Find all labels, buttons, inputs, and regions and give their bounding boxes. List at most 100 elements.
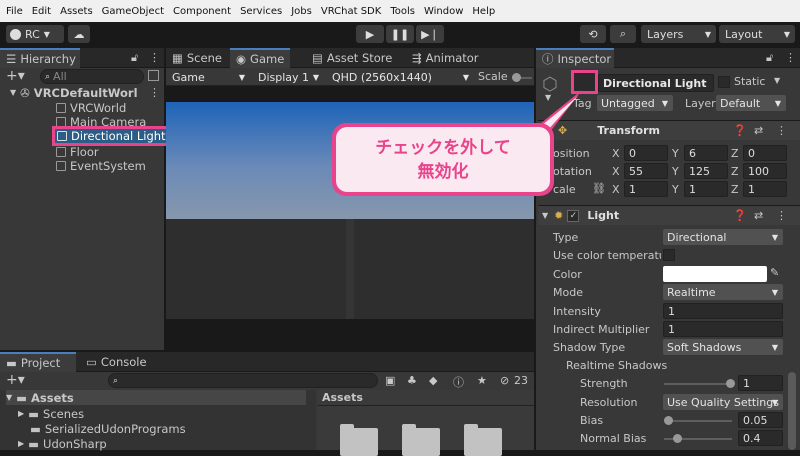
search-by-type-icon[interactable]: ▣ <box>385 374 395 387</box>
menu-component[interactable]: Component <box>173 6 231 17</box>
menu-assets[interactable]: Assets <box>60 6 93 17</box>
link-icon[interactable]: ⛓ <box>592 182 606 195</box>
scene-more-icon[interactable]: ⋮ <box>149 86 160 99</box>
hierarchy-search-input[interactable]: ⌕ All <box>40 69 144 84</box>
tab-animator[interactable]: ⇶ Animator <box>406 48 485 68</box>
scale-z-field[interactable]: 1 <box>743 181 787 197</box>
pause-button[interactable]: ❚❚ <box>386 25 414 43</box>
rotation-x-field[interactable]: 55 <box>624 163 668 179</box>
asset-folder-icon[interactable] <box>340 424 378 456</box>
step-button[interactable]: ▶❘ <box>416 25 444 43</box>
shadow-resolution-dropdown[interactable]: Use Quality Settings ▼ <box>663 394 783 410</box>
indirect-multiplier-field[interactable]: 1 <box>663 321 783 337</box>
tab-scene[interactable]: ▦ Scene <box>166 48 228 68</box>
menu-file[interactable]: File <box>6 6 23 17</box>
scale-slider-knob[interactable] <box>512 73 521 82</box>
rotation-y-field[interactable]: 125 <box>684 163 728 179</box>
bias-slider-track[interactable] <box>664 420 732 422</box>
help-icon[interactable]: ❓ <box>733 124 747 137</box>
position-x-field[interactable]: 0 <box>624 145 668 161</box>
tag-dropdown[interactable]: Untagged ▼ <box>597 95 673 111</box>
menu-help[interactable]: Help <box>472 6 495 17</box>
color-swatch[interactable] <box>663 266 767 282</box>
static-checkbox[interactable] <box>718 76 730 88</box>
scale-y-field[interactable]: 1 <box>684 181 728 197</box>
intensity-field[interactable]: 1 <box>663 303 783 319</box>
add-icon[interactable]: +▾ <box>6 68 25 84</box>
position-y-field[interactable]: 6 <box>684 145 728 161</box>
light-enabled-checkbox[interactable]: ✓ <box>567 209 580 222</box>
type-dropdown[interactable]: Directional ▼ <box>663 229 783 245</box>
play-button[interactable]: ▶ <box>356 25 384 43</box>
light-header[interactable]: ▼ ✹ ✓ Light ❓ ⇄ ⋮ <box>538 205 800 225</box>
tree-item-assets[interactable]: ▼ ▬ Assets <box>6 390 306 405</box>
menu-edit[interactable]: Edit <box>32 6 51 17</box>
strength-field[interactable]: 1 <box>738 375 783 391</box>
preset-icon[interactable]: ⇄ <box>754 209 763 222</box>
tree-item-scenes[interactable]: ▶ ▬ Scenes <box>18 406 84 421</box>
menu-vrchat-sdk[interactable]: VRChat SDK <box>321 6 381 17</box>
menu-window[interactable]: Window <box>424 6 463 17</box>
menu-gameobject[interactable]: GameObject <box>102 6 164 17</box>
tab-hierarchy[interactable]: ☰ Hierarchy <box>0 48 80 68</box>
asset-folder-icon[interactable] <box>464 424 502 456</box>
project-search-input[interactable]: ⌕ <box>108 373 378 388</box>
tree-item-udonsharp[interactable]: ▶ ▬ UdonSharp <box>18 436 107 451</box>
tab-inspector[interactable]: ⓘ Inspector <box>536 48 614 68</box>
tab-console[interactable]: ▭ Console <box>80 352 153 372</box>
normal-bias-slider-knob[interactable] <box>673 434 682 443</box>
more-menu-icon[interactable]: ⋮ <box>149 51 160 64</box>
help-icon[interactable]: ❓ <box>733 209 747 222</box>
menu-tools[interactable]: Tools <box>390 6 415 17</box>
layers-dropdown[interactable]: Layers ▼ <box>641 25 716 43</box>
tab-asset-store[interactable]: ▤ Asset Store <box>306 48 398 68</box>
hierarchy-item-eventsystem[interactable]: EventSystem <box>56 158 146 173</box>
star-icon[interactable]: ★ <box>477 374 487 387</box>
shadow-type-dropdown[interactable]: Soft Shadows ▼ <box>663 339 783 355</box>
rotation-z-field[interactable]: 100 <box>743 163 787 179</box>
tab-game[interactable]: ◉ Game <box>230 48 291 68</box>
account-button[interactable]: RC ▼ <box>6 25 64 43</box>
mode-dropdown[interactable]: Realtime ▼ <box>663 284 783 300</box>
history-button[interactable]: ⟲ <box>580 25 606 43</box>
use-color-temperature-checkbox[interactable] <box>663 249 675 261</box>
display-dropdown[interactable]: Display 1 ▼ <box>254 69 324 85</box>
label-icon[interactable]: ◆ <box>429 374 437 387</box>
resolution-dropdown[interactable]: QHD (2560x1440) ▼ <box>328 69 474 85</box>
layout-dropdown[interactable]: Layout ▼ <box>719 25 795 43</box>
search-button[interactable]: ⌕ <box>610 25 636 43</box>
more-menu-icon[interactable]: ⋮ <box>776 124 787 137</box>
tree-item-serialized-udon-programs[interactable]: ▬ SerializedUdonPrograms <box>30 421 186 436</box>
layer-dropdown[interactable]: Default ▼ <box>716 95 786 111</box>
hierarchy-item-vrcworld[interactable]: VRCWorld <box>56 100 126 115</box>
static-dropdown-icon[interactable]: ▼ <box>774 76 780 85</box>
add-icon[interactable]: +▾ <box>6 372 25 388</box>
hierarchy-scene-row[interactable]: ▼ ✇ VRCDefaultWorl <box>10 85 138 100</box>
game-mode-dropdown[interactable]: Game ▼ <box>168 69 250 85</box>
more-menu-icon[interactable]: ⋮ <box>776 209 787 222</box>
strength-slider-knob[interactable] <box>726 379 735 388</box>
hidden-eye-icon[interactable]: ⊘ <box>500 374 509 387</box>
asset-folder-icon[interactable] <box>402 424 440 456</box>
expand-icon[interactable] <box>148 70 159 81</box>
position-z-field[interactable]: 0 <box>743 145 787 161</box>
cloud-button[interactable]: ☁ <box>68 25 90 43</box>
filter-icon[interactable]: ♣ <box>407 374 417 387</box>
lock-icon[interactable]: 🔓︎ <box>766 51 773 65</box>
eyedropper-icon[interactable]: ✎ <box>770 266 779 279</box>
warning-icon[interactable]: ⓘ <box>453 374 464 390</box>
preset-icon[interactable]: ⇄ <box>754 124 763 137</box>
normal-bias-field[interactable]: 0.4 <box>738 430 783 446</box>
bias-field[interactable]: 0.05 <box>738 412 783 428</box>
lock-icon[interactable]: 🔓︎ <box>131 51 138 65</box>
tab-project[interactable]: ▬ Project <box>0 352 76 372</box>
inspector-scrollbar[interactable] <box>788 372 796 450</box>
bias-slider-knob[interactable] <box>664 416 673 425</box>
more-menu-icon[interactable]: ⋮ <box>785 51 796 64</box>
menu-services[interactable]: Services <box>240 6 282 17</box>
strength-slider-track[interactable] <box>664 383 732 385</box>
menu-jobs[interactable]: Jobs <box>291 6 312 17</box>
scale-x-field[interactable]: 1 <box>624 181 668 197</box>
hierarchy-item-floor[interactable]: Floor <box>56 144 99 159</box>
object-name-field[interactable]: Directional Light <box>598 74 714 92</box>
